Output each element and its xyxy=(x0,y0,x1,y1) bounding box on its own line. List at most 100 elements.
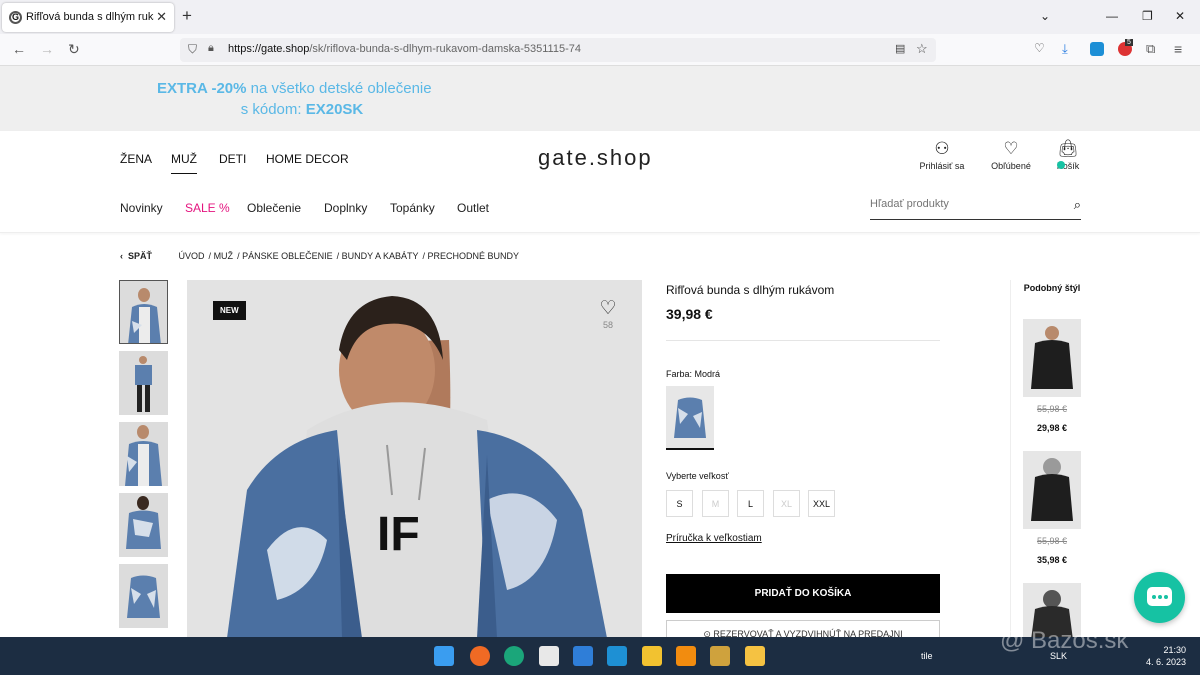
pocket-icon[interactable]: ♡ xyxy=(1034,41,1045,55)
browser-tab-bar: G Rifľová bunda s dlhým rukávom ✕ + ⌄ — … xyxy=(0,0,1200,34)
forward-icon[interactable]: → xyxy=(40,41,54,57)
cat-novinky[interactable]: Novinky xyxy=(120,201,163,215)
close-window-icon[interactable]: ✕ xyxy=(1175,9,1185,23)
clock-date: 4. 6. 2023 xyxy=(1145,657,1186,667)
nav-muz[interactable]: MUŽ xyxy=(171,152,197,174)
clock-time: 21:30 xyxy=(1163,645,1186,655)
size-option[interactable]: XL xyxy=(773,490,800,517)
app-icon[interactable] xyxy=(607,646,627,666)
app-icon[interactable] xyxy=(710,646,730,666)
thumbnail-2[interactable] xyxy=(119,351,168,415)
similar-title: Podobný štýl xyxy=(1023,283,1081,293)
new-tab-icon[interactable]: + xyxy=(182,6,192,26)
cat-oblecenie[interactable]: Oblečenie xyxy=(247,201,301,215)
reload-icon[interactable]: ↻ xyxy=(68,41,80,58)
url-text: https://gate.shop/sk/riflova-bunda-s-dlh… xyxy=(228,43,581,55)
favorites-button[interactable]: ♡ Obľúbené xyxy=(981,139,1041,171)
size-option[interactable]: M xyxy=(702,490,729,517)
back-link[interactable]: ‹ SPÄŤ xyxy=(120,251,156,261)
store-icon[interactable] xyxy=(539,646,559,666)
new-price: 29,98 € xyxy=(1036,423,1068,433)
new-badge: NEW xyxy=(213,301,246,320)
system-clock[interactable]: 21:30 4. 6. 2023 xyxy=(1140,644,1186,668)
main-product-image[interactable]: IF NEW ♡ 58 xyxy=(187,280,642,638)
site-header: ŽENA MUŽ DETI HOME DECOR gate.shop ⚇ Pri… xyxy=(0,131,1200,233)
heart-icon: ♡ xyxy=(599,298,617,319)
reader-view-icon[interactable]: ▤ xyxy=(895,42,905,55)
chat-dot xyxy=(1152,595,1156,599)
favorite-button[interactable]: ♡ 58 xyxy=(595,297,621,330)
favorite-count: 58 xyxy=(602,320,613,330)
chat-button[interactable] xyxy=(1134,572,1185,623)
bookmark-star-icon[interactable]: ☆ xyxy=(916,41,928,57)
breadcrumb-item[interactable]: PÁNSKE OBLEČENIE xyxy=(242,251,333,261)
tab-list-icon[interactable]: ⌄ xyxy=(1040,9,1050,23)
search-input[interactable] xyxy=(870,194,1050,214)
similar-product-2[interactable] xyxy=(1023,451,1081,529)
size-option[interactable]: L xyxy=(737,490,764,517)
cart-badge xyxy=(1057,161,1065,169)
color-swatch[interactable] xyxy=(666,386,714,450)
download-icon[interactable]: ⤓ xyxy=(1062,41,1068,57)
cat-doplnky[interactable]: Doplnky xyxy=(324,201,367,215)
cat-outlet[interactable]: Outlet xyxy=(457,201,489,215)
user-icon: ⚇ xyxy=(934,139,950,158)
nav-home-decor[interactable]: HOME DECOR xyxy=(266,152,349,166)
close-tab-icon[interactable]: ✕ xyxy=(156,9,167,25)
browser-tab[interactable]: G Rifľová bunda s dlhým rukávom ✕ xyxy=(2,3,174,32)
cat-topanky[interactable]: Topánky xyxy=(390,201,435,215)
thumbnail-5[interactable] xyxy=(119,564,168,628)
minimize-icon[interactable]: — xyxy=(1106,9,1118,23)
breadcrumb-item[interactable]: MUŽ xyxy=(214,251,234,261)
breadcrumb-item[interactable]: ÚVOD xyxy=(179,251,205,261)
similar-product-1[interactable] xyxy=(1023,319,1081,397)
size-label: Vyberte veľkosť xyxy=(666,471,729,481)
vlc-icon[interactable] xyxy=(676,646,696,666)
tab-title: Rifľová bunda s dlhým rukávom xyxy=(26,11,154,23)
windows-start-icon[interactable] xyxy=(434,646,454,666)
app-icon[interactable] xyxy=(642,646,662,666)
extensions-icon[interactable]: ⧉ xyxy=(1146,41,1155,57)
add-to-cart-button[interactable]: PRIDAŤ DO KOŠÍKA xyxy=(666,574,940,613)
nav-zena[interactable]: ŽENA xyxy=(120,152,152,166)
product-name: Rifľová bunda s dlhým rukávom xyxy=(666,283,835,297)
firefox-icon[interactable] xyxy=(470,646,490,666)
cat-sale[interactable]: SALE % xyxy=(185,201,230,215)
search-box: ⌕ xyxy=(870,194,1081,220)
size-guide-link[interactable]: Príručka k veľkostiam xyxy=(666,533,762,544)
mail-icon[interactable] xyxy=(573,646,593,666)
divider xyxy=(666,340,940,341)
back-icon[interactable]: ← xyxy=(12,41,26,57)
breadcrumb-item[interactable]: PRECHODNÉ BUNDY xyxy=(428,251,520,261)
cart-button[interactable]: 👜︎ Košík xyxy=(1038,139,1098,171)
promo-banner[interactable]: EXTRA -20% na všetko detské oblečenie s … xyxy=(0,66,1200,131)
url-bar[interactable]: ⛉ 🔒︎ https://gate.shop/sk/riflova-bunda-… xyxy=(180,38,936,62)
old-price: 55,98 € xyxy=(1036,404,1068,414)
extension-icon[interactable] xyxy=(1090,42,1104,56)
shield-icon[interactable]: ⛉ xyxy=(188,42,197,57)
heart-icon: ♡ xyxy=(1003,139,1019,158)
site-logo[interactable]: gate.shop xyxy=(538,145,653,171)
product-price: 39,98 € xyxy=(666,306,713,322)
bag-icon: 👜︎ xyxy=(1057,139,1079,158)
search-icon[interactable]: ⌕ xyxy=(1074,197,1081,213)
menu-icon[interactable]: ≡ xyxy=(1174,41,1182,57)
chat-dot xyxy=(1164,595,1168,599)
weather-widget[interactable]: tile xyxy=(921,651,933,661)
new-price: 35,98 € xyxy=(1036,555,1068,565)
breadcrumb: ‹ SPÄŤ ÚVOD / MUŽ / PÁNSKE OBLEČENIE / BUND… xyxy=(120,251,520,261)
thumbnail-3[interactable] xyxy=(119,422,168,486)
lock-icon[interactable]: 🔒︎ xyxy=(208,42,214,55)
nav-deti[interactable]: DETI xyxy=(219,152,246,166)
size-option[interactable]: XXL xyxy=(808,490,835,517)
promo-line-2: s kódom: EX20SK xyxy=(240,101,364,118)
restore-icon[interactable]: ❐ xyxy=(1142,9,1153,23)
thumbnail-4[interactable] xyxy=(119,493,168,557)
folder-icon[interactable] xyxy=(745,646,765,666)
login-button[interactable]: ⚇ Prihlásiť sa xyxy=(912,139,972,171)
breadcrumb-item[interactable]: BUNDY A KABÁTY xyxy=(342,251,419,261)
google-icon: G xyxy=(9,11,22,24)
size-option[interactable]: S xyxy=(666,490,693,517)
thumbnail-1[interactable] xyxy=(119,280,168,344)
edge-icon[interactable] xyxy=(504,646,524,666)
